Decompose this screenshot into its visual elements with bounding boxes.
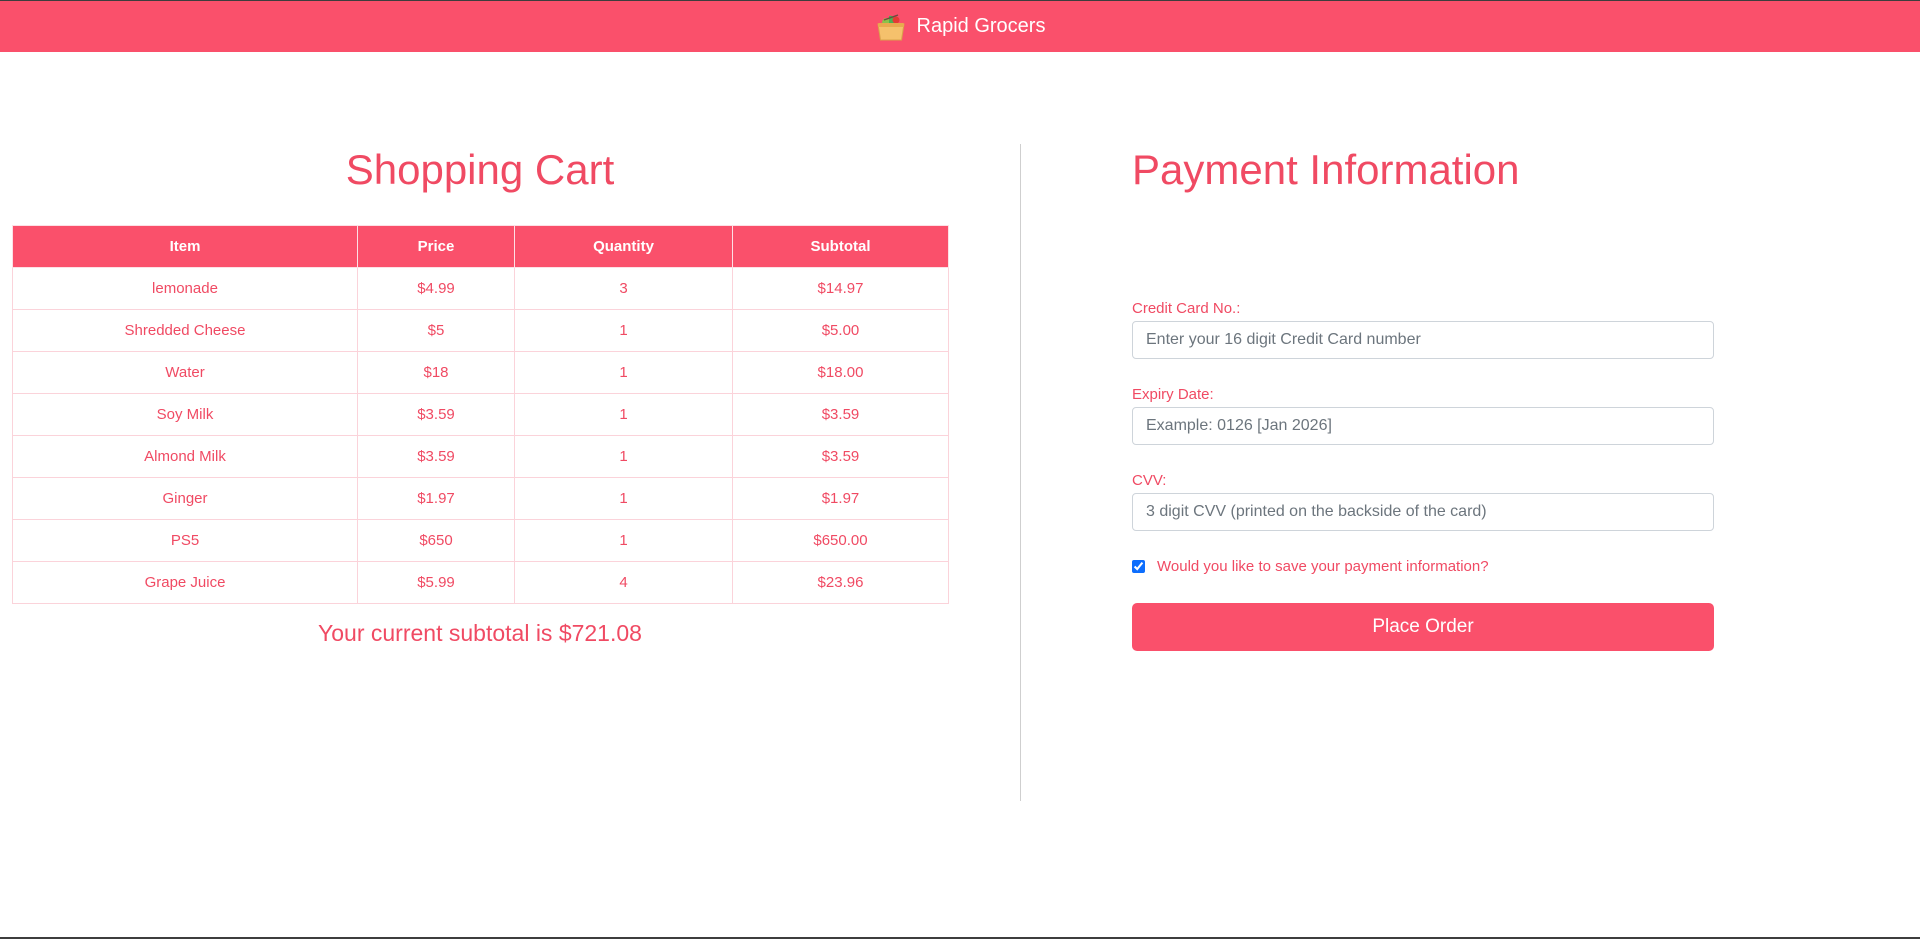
table-row: Grape Juice $5.99 4 $23.96: [12, 561, 949, 604]
item-price: $3.59: [357, 435, 515, 478]
item-quantity: 1: [514, 309, 733, 352]
item-name: Water: [12, 351, 358, 394]
item-subtotal: $14.97: [732, 267, 949, 310]
cart-table: Item Price Quantity Subtotal lemonade $4…: [12, 225, 949, 604]
payment-information-title: Payment Information: [1132, 146, 1520, 193]
column-header-subtotal: Subtotal: [732, 225, 949, 268]
table-row: Soy Milk $3.59 1 $3.59: [12, 393, 949, 436]
item-name: Almond Milk: [12, 435, 358, 478]
item-quantity: 1: [514, 519, 733, 562]
table-row: Almond Milk $3.59 1 $3.59: [12, 435, 949, 478]
column-header-quantity: Quantity: [514, 225, 733, 268]
top-navbar: Rapid Grocers: [0, 0, 1920, 52]
item-subtotal: $3.59: [732, 393, 949, 436]
table-row: Shredded Cheese $5 1 $5.00: [12, 309, 949, 352]
item-name: lemonade: [12, 267, 358, 310]
item-price: $3.59: [357, 393, 515, 436]
table-row: Water $18 1 $18.00: [12, 351, 949, 394]
brand-name: Rapid Grocers: [916, 15, 1046, 37]
item-price: $5: [357, 309, 515, 352]
item-subtotal: $23.96: [732, 561, 949, 604]
item-price: $4.99: [357, 267, 515, 310]
item-subtotal: $3.59: [732, 435, 949, 478]
item-quantity: 3: [514, 267, 733, 310]
item-quantity: 1: [514, 351, 733, 394]
place-order-button[interactable]: Place Order: [1132, 603, 1714, 651]
save-payment-label[interactable]: Would you like to save your payment info…: [1157, 558, 1489, 575]
expiry-date-input[interactable]: [1132, 407, 1714, 445]
column-header-price: Price: [357, 225, 515, 268]
item-price: $1.97: [357, 477, 515, 520]
table-row: lemonade $4.99 3 $14.97: [12, 267, 949, 310]
vertical-divider: [1020, 144, 1021, 801]
credit-card-label: Credit Card No.:: [1132, 300, 1241, 317]
item-subtotal: $650.00: [732, 519, 949, 562]
cvv-label: CVV:: [1132, 472, 1167, 489]
item-subtotal: $5.00: [732, 309, 949, 352]
shopping-cart-title: Shopping Cart: [345, 146, 615, 193]
save-payment-checkbox[interactable]: [1132, 560, 1145, 573]
item-quantity: 1: [514, 435, 733, 478]
brand[interactable]: Rapid Grocers: [875, 11, 1046, 43]
item-name: Grape Juice: [12, 561, 358, 604]
table-row: Ginger $1.97 1 $1.97: [12, 477, 949, 520]
item-name: Shredded Cheese: [12, 309, 358, 352]
item-subtotal: $1.97: [732, 477, 949, 520]
item-name: Soy Milk: [12, 393, 358, 436]
table-row: PS5 $650 1 $650.00: [12, 519, 949, 562]
item-price: $18: [357, 351, 515, 394]
item-name: PS5: [12, 519, 358, 562]
grocery-basket-icon: [876, 13, 905, 40]
save-payment-row: Would you like to save your payment info…: [1132, 558, 1489, 575]
item-subtotal: $18.00: [732, 351, 949, 394]
item-name: Ginger: [12, 477, 358, 520]
item-price: $650: [357, 519, 515, 562]
expiry-date-label: Expiry Date:: [1132, 386, 1214, 403]
item-quantity: 4: [514, 561, 733, 604]
credit-card-input[interactable]: [1132, 321, 1714, 359]
cart-subtotal-text: Your current subtotal is $721.08: [318, 620, 642, 646]
cart-table-header-row: Item Price Quantity Subtotal: [12, 225, 949, 268]
item-price: $5.99: [357, 561, 515, 604]
item-quantity: 1: [514, 477, 733, 520]
cvv-input[interactable]: [1132, 493, 1714, 531]
item-quantity: 1: [514, 393, 733, 436]
column-header-item: Item: [12, 225, 358, 268]
